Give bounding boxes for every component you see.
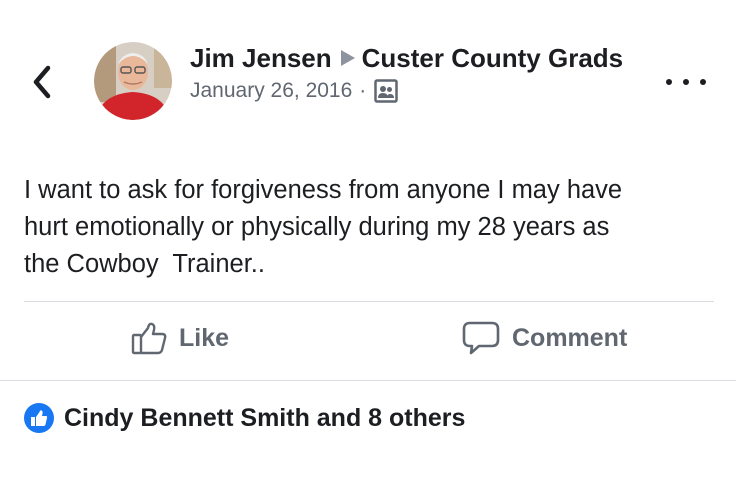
group-audience-icon (374, 79, 399, 103)
author-line: Jim Jensen Custer County Grads (190, 42, 630, 75)
like-label: Like (179, 323, 230, 352)
profile-photo (94, 42, 172, 120)
reactions-summary[interactable]: Cindy Bennett Smith and 8 others (24, 403, 465, 433)
like-button[interactable]: Like (131, 320, 229, 356)
meta-separator: · (359, 79, 367, 102)
divider (0, 380, 736, 381)
reactions-text: Cindy Bennett Smith and 8 others (64, 403, 466, 432)
more-horizontal-icon-dot (666, 79, 672, 85)
speech-bubble-icon (462, 321, 500, 355)
action-bar: Like Comment (0, 302, 736, 380)
avatar[interactable] (94, 42, 172, 120)
post-screen: Jim Jensen Custer County Grads January 26… (0, 0, 736, 500)
post-date[interactable]: January 26, 2016 (190, 79, 352, 103)
comment-button[interactable]: Comment (462, 320, 627, 356)
post-text: I want to ask for forgiveness from anyon… (24, 176, 623, 278)
more-options-button[interactable] (666, 70, 706, 94)
thumbs-up-icon (131, 322, 167, 355)
triangle-right-icon (340, 50, 355, 67)
post-meta: January 26, 2016 · (190, 79, 630, 103)
group-name[interactable]: Custer County Grads (362, 43, 624, 73)
author-name[interactable]: Jim Jensen (190, 43, 332, 73)
back-button[interactable] (22, 60, 62, 104)
more-horizontal-icon-dot (683, 79, 689, 85)
post-header: Jim Jensen Custer County Grads January 26… (190, 42, 630, 103)
chevron-left-icon (33, 65, 51, 99)
like-reaction-icon (24, 403, 54, 433)
comment-label: Comment (512, 323, 628, 352)
more-horizontal-icon-dot (700, 79, 706, 85)
